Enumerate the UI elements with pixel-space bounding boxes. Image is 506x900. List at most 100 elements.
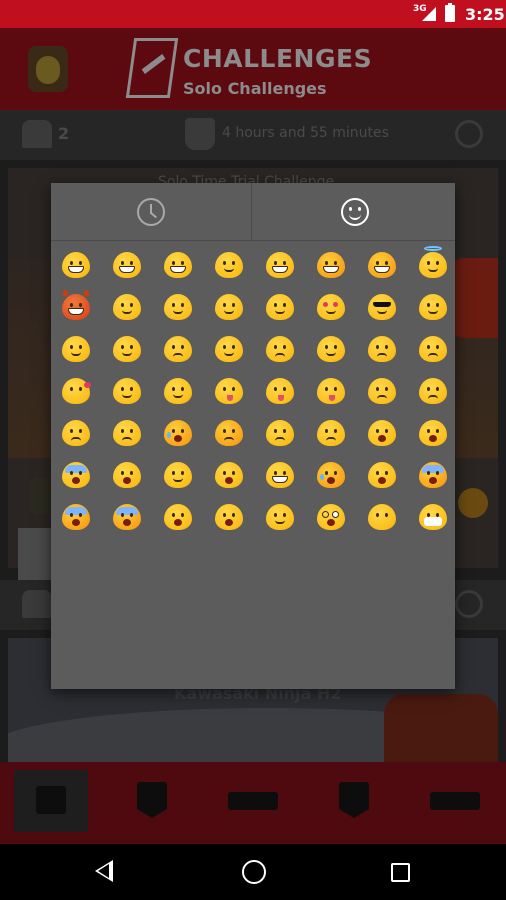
anguished-face-icon[interactable] bbox=[408, 414, 459, 456]
tired-face-icon[interactable] bbox=[204, 456, 255, 498]
beaming-face-icon[interactable] bbox=[153, 246, 204, 288]
pouting-face-icon[interactable] bbox=[102, 414, 153, 456]
participants-icon bbox=[22, 590, 52, 618]
tab-group[interactable] bbox=[216, 770, 290, 832]
tab-trophy[interactable] bbox=[14, 770, 88, 832]
tab-challenge-badge[interactable] bbox=[115, 770, 189, 832]
screaming-face-icon[interactable] bbox=[408, 456, 459, 498]
pensive-face-icon[interactable] bbox=[255, 330, 306, 372]
sunglasses-face-icon[interactable] bbox=[357, 288, 408, 330]
emoji-face bbox=[113, 252, 141, 278]
emoji-face bbox=[317, 336, 345, 362]
kissing-heart-face-icon[interactable] bbox=[51, 372, 102, 414]
sleepy-face-icon[interactable] bbox=[153, 456, 204, 498]
triumph-face-icon[interactable] bbox=[255, 414, 306, 456]
emoji-face bbox=[164, 378, 192, 404]
smirk-face-icon[interactable] bbox=[408, 288, 459, 330]
winking-face-icon[interactable] bbox=[102, 288, 153, 330]
smiling-face-icon[interactable] bbox=[204, 246, 255, 288]
crying-face-icon[interactable] bbox=[153, 414, 204, 456]
emoji-open bbox=[72, 519, 80, 526]
grinning-face-with-sweat-icon[interactable] bbox=[255, 246, 306, 288]
loudly-crying-face-icon[interactable] bbox=[306, 456, 357, 498]
emoji-eyes bbox=[70, 513, 73, 517]
emoji-spiral bbox=[322, 511, 329, 518]
worried-face-icon[interactable] bbox=[408, 372, 459, 414]
persevere-face-icon[interactable] bbox=[204, 414, 255, 456]
emoji-frown bbox=[275, 437, 285, 441]
confused-face-icon[interactable] bbox=[306, 330, 357, 372]
medical-mask-face-icon[interactable] bbox=[408, 498, 459, 540]
stopwatch-icon bbox=[455, 590, 483, 618]
kissing-closed-eyes-face-icon[interactable] bbox=[153, 372, 204, 414]
expressionless-face-icon[interactable] bbox=[102, 330, 153, 372]
tab-profile-plate[interactable] bbox=[418, 770, 492, 832]
astonished-face-icon[interactable] bbox=[153, 498, 204, 540]
scream-in-fear-face-icon[interactable] bbox=[102, 498, 153, 540]
emoji-face bbox=[164, 504, 192, 530]
emoji-eyes bbox=[121, 345, 124, 349]
emoji-open bbox=[174, 519, 182, 526]
emoji-open bbox=[225, 519, 233, 526]
sleeping-face-icon[interactable] bbox=[255, 498, 306, 540]
fearful-face-icon[interactable] bbox=[51, 456, 102, 498]
grimacing-teeth-face-icon[interactable] bbox=[255, 456, 306, 498]
grimacing-face-icon[interactable] bbox=[102, 246, 153, 288]
sweat-face-icon[interactable] bbox=[204, 330, 255, 372]
participant-count: 2 bbox=[58, 124, 70, 143]
recents-icon[interactable] bbox=[391, 863, 410, 882]
winking-tongue-face-icon[interactable] bbox=[255, 372, 306, 414]
recent-tab[interactable] bbox=[51, 183, 252, 241]
emoji-face bbox=[113, 420, 141, 446]
squinting-tongue-face-icon[interactable] bbox=[306, 372, 357, 414]
weary-face-icon[interactable] bbox=[102, 456, 153, 498]
dizzy-face-icon[interactable] bbox=[306, 498, 357, 540]
kissing-face-icon[interactable] bbox=[102, 372, 153, 414]
emoji-heart bbox=[323, 302, 328, 307]
squinting-laughing-face-icon[interactable] bbox=[357, 246, 408, 288]
devil-face-icon[interactable] bbox=[51, 288, 102, 330]
back-icon[interactable] bbox=[95, 860, 113, 882]
emoji-eyes bbox=[223, 471, 226, 475]
emoji-eyes bbox=[223, 513, 226, 517]
emoji-grid bbox=[51, 246, 455, 540]
grinning-face-icon[interactable] bbox=[51, 246, 102, 288]
emoji-eyes bbox=[376, 261, 379, 265]
flushed-face-icon[interactable] bbox=[204, 498, 255, 540]
emoji-frown bbox=[428, 353, 438, 357]
app-logo-icon bbox=[125, 38, 179, 98]
disappointed-face-icon[interactable] bbox=[357, 372, 408, 414]
emoji-eyes bbox=[325, 471, 328, 475]
neutral-face-icon[interactable] bbox=[51, 330, 102, 372]
disappointed-relieved-face-icon[interactable] bbox=[306, 414, 357, 456]
laughing-face-icon[interactable] bbox=[306, 246, 357, 288]
heart-eyes-face-icon[interactable] bbox=[306, 288, 357, 330]
emoji-grin bbox=[374, 266, 390, 273]
hushed-face-icon[interactable] bbox=[357, 456, 408, 498]
tongue-face-icon[interactable] bbox=[204, 372, 255, 414]
no-mouth-face-icon[interactable] bbox=[357, 498, 408, 540]
angry-face-icon[interactable] bbox=[51, 414, 102, 456]
relieved-face-icon[interactable] bbox=[255, 288, 306, 330]
home-icon[interactable] bbox=[242, 860, 266, 884]
smileys-tab[interactable] bbox=[253, 183, 455, 241]
blushing-face-icon[interactable] bbox=[153, 288, 204, 330]
emoji-open bbox=[327, 519, 335, 526]
screen: { "status_bar": { "network": "3G", "time… bbox=[0, 0, 506, 900]
persevering-face-icon[interactable] bbox=[357, 330, 408, 372]
halo-face-icon[interactable] bbox=[408, 246, 459, 288]
trophy-icon bbox=[185, 118, 215, 150]
unamused-face-icon[interactable] bbox=[153, 330, 204, 372]
emoji-mouth bbox=[224, 352, 234, 356]
confounded-face-icon[interactable] bbox=[408, 330, 459, 372]
emoji-mouth bbox=[275, 310, 285, 314]
user-avatar[interactable] bbox=[28, 46, 68, 92]
tab-club-badge[interactable] bbox=[317, 770, 391, 832]
clock-time: 3:25 bbox=[465, 5, 505, 24]
frowning-open-face-icon[interactable] bbox=[357, 414, 408, 456]
cold-sweat-face-icon[interactable] bbox=[51, 498, 102, 540]
emoji-face bbox=[419, 420, 447, 446]
emoji-frown bbox=[122, 437, 132, 441]
emoji-eyes bbox=[274, 261, 277, 265]
smirking-face-icon[interactable] bbox=[204, 288, 255, 330]
